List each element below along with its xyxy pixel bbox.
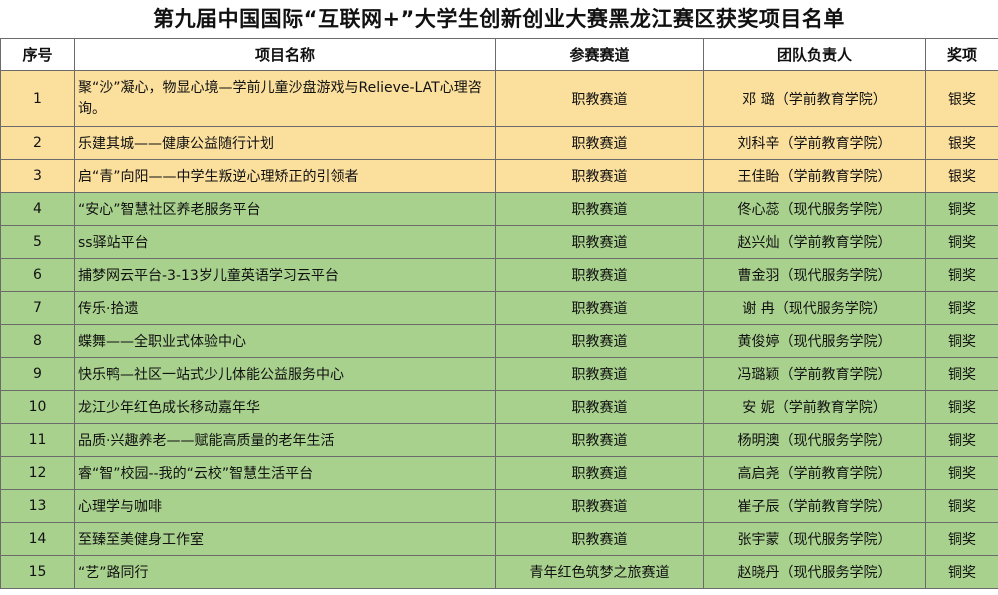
cell-track: 职教赛道 [495,291,704,325]
cell-project: 传乐·拾遗 [74,291,496,325]
cell-track: 职教赛道 [495,225,704,259]
table-row: 10 龙江少年红色成长移动嘉年华 职教赛道安 妮（学前教育学院） 铜奖 [0,390,998,424]
cell-no: 12 [0,456,75,490]
cell-project: 至臻至美健身工作室 [74,522,496,556]
cell-award: 铜奖 [925,423,998,457]
header-no: 序号 [0,38,75,71]
header-leader: 团队负责人 [703,38,926,71]
table-row: 1 聚“沙”凝心，物显心境—学前儿童沙盘游戏与Relieve-LAT心理咨询。 职教… [0,70,998,127]
cell-award: 铜奖 [925,357,998,391]
cell-no: 9 [0,357,75,391]
cell-track: 职教赛道 [495,324,704,358]
table-row: 2 乐建其城——健康公益随行计划 职教赛道 刘科辛（学前教育学院） 银奖 [0,126,998,160]
cell-leader: 崔子辰（学前教育学院） [703,489,926,523]
table-row: 5 ss驿站平台 职教赛道 赵兴灿（学前教育学院） 铜奖 [0,225,998,259]
table-row: 7 传乐·拾遗 职教赛道谢 冉（现代服务学院） 铜奖 [0,291,998,325]
cell-no: 1 [0,70,75,127]
cell-leader: 谢 冉（现代服务学院） [703,291,926,325]
cell-no: 8 [0,324,75,358]
award-table: 序号 项目名称 参赛赛道 团队负责人 奖项 1 聚“沙”凝心，物显心境—学前儿童沙… [0,38,998,589]
cell-leader: 佟心蕊（现代服务学院） [703,192,926,226]
cell-leader: 高启尧（学前教育学院） [703,456,926,490]
table-row: 13 心理学与咖啡 职教赛道 崔子辰（学前教育学院） 铜奖 [0,489,998,523]
cell-award: 铜奖 [925,390,998,424]
cell-project: 品质·兴趣养老——赋能高质量的老年生活 [74,423,496,457]
table-row: 15 “艺”路同行 青年红色筑梦之旅赛道 赵晓丹（现代服务学院） 铜奖 [0,555,998,589]
cell-leader: 刘科辛（学前教育学院） [703,126,926,160]
cell-leader: 邓 璐（学前教育学院） [703,70,926,127]
cell-no: 10 [0,390,75,424]
cell-award: 铜奖 [925,324,998,358]
cell-project: 睿“智”校园--我的“云校”智慧生活平台 [74,456,496,490]
table-row: 6 捕梦网云平台-3-13岁儿童英语学习云平台 职教赛道 曹金羽（现代服务学院） 铜奖 [0,258,998,292]
cell-no: 5 [0,225,75,259]
table-row: 3 启“青”向阳——中学生叛逆心理矫正的引领者 职教赛道 王佳眙（学前教育学院） 银奖 [0,159,998,193]
header-project: 项目名称 [74,38,496,71]
page-title: 第九届中国国际“互联网+”大学生创新创业大赛黑龙江赛区获奖项目名单 [0,0,998,38]
cell-track: 职教赛道 [495,489,704,523]
table-row: 9 快乐鸭—社区一站式少儿体能公益服务中心 职教赛道 冯璐颖（学前教育学院） 铜奖 [0,357,998,391]
cell-track: 职教赛道 [495,258,704,292]
cell-track: 职教赛道 [495,423,704,457]
cell-track: 职教赛道 [495,192,704,226]
cell-no: 15 [0,555,75,589]
table-row: 12 睿“智”校园--我的“云校”智慧生活平台 职教赛道 高启尧（学前教育学院） 铜奖 [0,456,998,490]
cell-project: “艺”路同行 [74,555,496,589]
cell-award: 银奖 [925,70,998,127]
cell-track: 职教赛道 [495,159,704,193]
cell-project: 蝶舞——全职业式体验中心 [74,324,496,358]
cell-project: 启“青”向阳——中学生叛逆心理矫正的引领者 [74,159,496,193]
header-award: 奖项 [925,38,998,71]
cell-project: 捕梦网云平台-3-13岁儿童英语学习云平台 [74,258,496,292]
table-row: 8 蝶舞——全职业式体验中心 职教赛道 黄俊婷（现代服务学院） 铜奖 [0,324,998,358]
cell-project: “安心”智慧社区养老服务平台 [74,192,496,226]
cell-project: 聚“沙”凝心，物显心境—学前儿童沙盘游戏与Relieve-LAT心理咨询。 [74,70,496,127]
cell-no: 14 [0,522,75,556]
cell-no: 2 [0,126,75,160]
cell-no: 4 [0,192,75,226]
cell-leader: 赵晓丹（现代服务学院） [703,555,926,589]
cell-award: 铜奖 [925,522,998,556]
header-track: 参赛赛道 [495,38,704,71]
cell-award: 铜奖 [925,489,998,523]
cell-award: 铜奖 [925,225,998,259]
table-row: 11 品质·兴趣养老——赋能高质量的老年生活 职教赛道 杨明澳（现代服务学院） 铜奖 [0,423,998,457]
cell-award: 银奖 [925,126,998,160]
cell-no: 3 [0,159,75,193]
cell-leader: 冯璐颖（学前教育学院） [703,357,926,391]
cell-no: 6 [0,258,75,292]
cell-award: 铜奖 [925,291,998,325]
cell-project: 乐建其城——健康公益随行计划 [74,126,496,160]
cell-leader: 黄俊婷（现代服务学院） [703,324,926,358]
cell-award: 铜奖 [925,456,998,490]
cell-project: 龙江少年红色成长移动嘉年华 [74,390,496,424]
cell-track: 职教赛道 [495,390,704,424]
cell-leader: 赵兴灿（学前教育学院） [703,225,926,259]
cell-leader: 曹金羽（现代服务学院） [703,258,926,292]
cell-track: 职教赛道 [495,456,704,490]
cell-leader: 张宇蒙（现代服务学院） [703,522,926,556]
cell-track: 职教赛道 [495,357,704,391]
cell-project: 心理学与咖啡 [74,489,496,523]
cell-no: 11 [0,423,75,457]
cell-track: 青年红色筑梦之旅赛道 [495,555,704,589]
table-row: 14 至臻至美健身工作室 职教赛道 张宇蒙（现代服务学院） 铜奖 [0,522,998,556]
header-row: 序号 项目名称 参赛赛道 团队负责人 奖项 [0,38,998,71]
cell-no: 7 [0,291,75,325]
cell-award: 铜奖 [925,555,998,589]
cell-project: ss驿站平台 [74,225,496,259]
cell-track: 职教赛道 [495,126,704,160]
cell-leader: 安 妮（学前教育学院） [703,390,926,424]
cell-award: 铜奖 [925,192,998,226]
cell-leader: 王佳眙（学前教育学院） [703,159,926,193]
cell-track: 职教赛道 [495,522,704,556]
cell-no: 13 [0,489,75,523]
cell-track: 职教赛道 [495,70,704,127]
table-row: 4 “安心”智慧社区养老服务平台 职教赛道 佟心蕊（现代服务学院） 铜奖 [0,192,998,226]
cell-award: 铜奖 [925,258,998,292]
cell-leader: 杨明澳（现代服务学院） [703,423,926,457]
cell-project: 快乐鸭—社区一站式少儿体能公益服务中心 [74,357,496,391]
cell-award: 银奖 [925,159,998,193]
